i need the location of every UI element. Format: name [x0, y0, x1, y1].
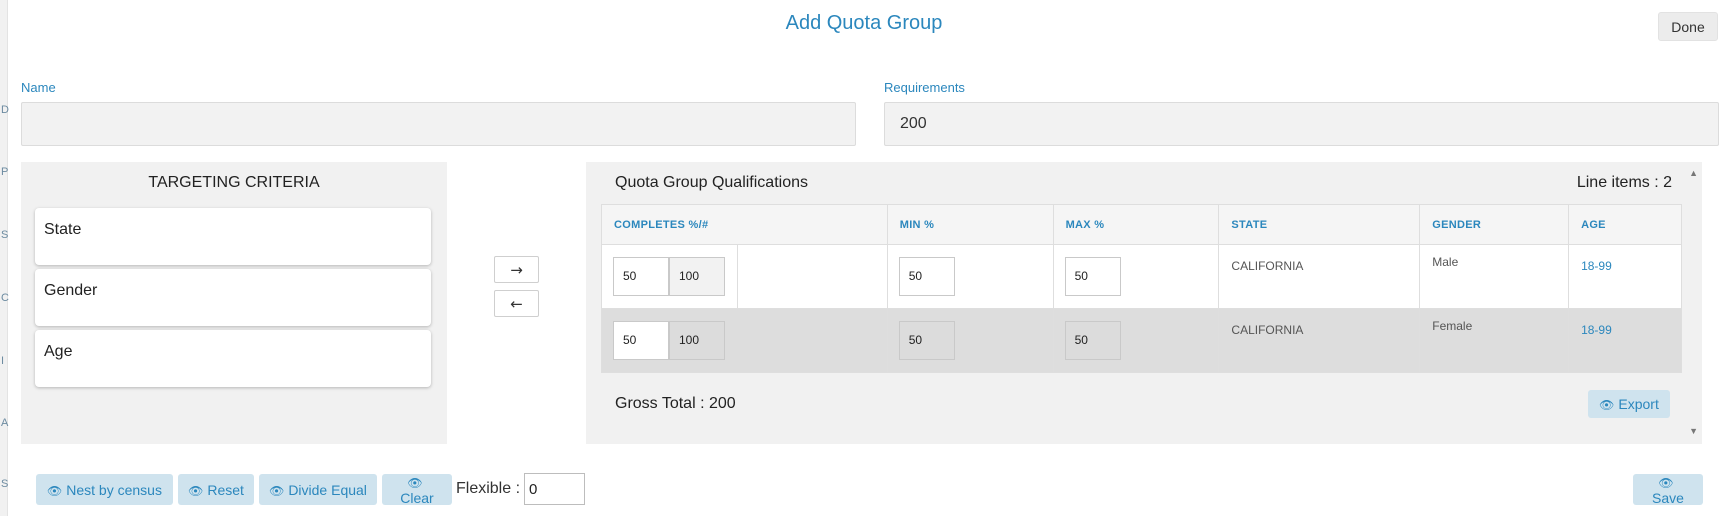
table-header-row: COMPLETES %/# MIN % MAX % STATE GENDER A… [601, 204, 1682, 245]
strip-letter: P [1, 166, 9, 178]
divide-label: Divide Equal [288, 481, 367, 498]
col-min: MIN % [886, 204, 1054, 245]
completes-percent-input[interactable]: 50 [613, 321, 669, 360]
state-cell: CALIFORNIA [1218, 308, 1421, 373]
col-state: STATE [1218, 204, 1421, 245]
eye-icon: 👁 [47, 483, 63, 498]
completes-cell: 50 100 [601, 244, 888, 309]
eye-icon: 👁 [407, 476, 423, 490]
background-sidebar-strip: D P S C I A S [0, 0, 9, 516]
min-cell: 50 [886, 308, 1054, 373]
flexible-input[interactable] [524, 473, 585, 505]
nest-by-census-button[interactable]: 👁 Nest by census [36, 474, 173, 505]
export-label: Export [1618, 396, 1659, 412]
col-age: AGE [1568, 204, 1682, 245]
gender-value: Male [1432, 255, 1459, 269]
table-row: 50 100 50 50 CALIFORNIA Female 18-99 [601, 308, 1682, 373]
col-max: MAX % [1052, 204, 1220, 245]
state-cell: CALIFORNIA [1218, 244, 1421, 309]
max-cell: 50 [1052, 308, 1220, 373]
strip-letter: C [1, 292, 9, 304]
divide-equal-button[interactable]: 👁 Divide Equal [259, 474, 377, 505]
line-items-count: Line items : 2 [1576, 174, 1672, 191]
age-cell: 18-99 [1568, 308, 1682, 373]
name-label: Name [21, 80, 56, 95]
quota-qualifications-panel: Quota Group Qualifications Line items : … [586, 162, 1702, 444]
eye-icon: 👁 [1658, 476, 1674, 490]
col-gender: GENDER [1419, 204, 1570, 245]
quota-table: COMPLETES %/# MIN % MAX % STATE GENDER A… [601, 204, 1682, 373]
completes-count-value: 100 [669, 257, 725, 296]
done-button[interactable]: Done [1658, 12, 1718, 41]
reset-label: Reset [207, 481, 244, 498]
quals-title: Quota Group Qualifications [615, 174, 808, 191]
state-value: CALIFORNIA [1231, 259, 1304, 273]
completes-count-value: 100 [669, 321, 725, 360]
completes-cell: 50 100 [601, 308, 888, 373]
save-button[interactable]: 👁Save [1633, 474, 1703, 506]
gender-cell: Female [1419, 308, 1570, 373]
move-right-arrow-icon[interactable]: → [494, 256, 539, 283]
flexible-label: Flexible : [456, 480, 521, 497]
name-input[interactable] [21, 102, 856, 146]
age-link[interactable]: 18-99 [1569, 309, 1681, 351]
criteria-item-age[interactable]: Age [35, 330, 431, 387]
criteria-item-gender[interactable]: Gender [35, 269, 431, 326]
page-title: Add Quota Group [785, 12, 943, 34]
strip-letter: I [1, 355, 5, 367]
nest-label: Nest by census [66, 481, 162, 498]
export-button[interactable]: 👁 Export [1588, 390, 1670, 418]
save-label: Save [1652, 490, 1684, 506]
min-percent-input[interactable]: 50 [898, 321, 955, 360]
completes-percent-input[interactable]: 50 [613, 257, 669, 296]
max-cell: 50 [1052, 244, 1220, 309]
age-link[interactable]: 18-99 [1569, 245, 1681, 287]
col-completes: COMPLETES %/# [601, 204, 888, 245]
age-cell: 18-99 [1568, 244, 1682, 309]
strip-letter: D [1, 104, 9, 116]
move-left-arrow-icon[interactable]: ← [494, 290, 539, 317]
strip-letter: S [1, 478, 9, 490]
scroll-up-icon[interactable]: ▲ [1689, 168, 1698, 178]
scroll-down-icon[interactable]: ▼ [1689, 426, 1698, 436]
gender-cell: Male [1419, 244, 1570, 309]
criteria-item-state[interactable]: State [35, 208, 431, 265]
gross-total: Gross Total : 200 [615, 395, 736, 412]
targeting-criteria-panel: TARGETING CRITERIA State Gender Age [21, 162, 447, 444]
targeting-criteria-title: TARGETING CRITERIA [148, 174, 320, 191]
min-cell: 50 [886, 244, 1054, 309]
strip-letter: A [1, 417, 9, 429]
min-percent-input[interactable]: 50 [898, 257, 955, 296]
reset-button[interactable]: 👁 Reset [178, 474, 254, 505]
gender-value: Female [1432, 319, 1473, 333]
eye-icon: 👁 [1599, 398, 1615, 412]
state-value: CALIFORNIA [1231, 323, 1304, 337]
table-row: 50 100 50 50 CALIFORNIA Male 18-99 [601, 244, 1682, 309]
strip-letter: S [1, 229, 9, 241]
clear-label: Clear [400, 490, 434, 506]
requirements-input[interactable] [884, 102, 1719, 146]
max-percent-input[interactable]: 50 [1064, 257, 1121, 296]
eye-icon: 👁 [269, 483, 285, 498]
eye-icon: 👁 [188, 483, 204, 498]
requirements-label: Requirements [884, 80, 965, 95]
max-percent-input[interactable]: 50 [1064, 321, 1121, 360]
clear-button[interactable]: 👁Clear [382, 474, 452, 506]
